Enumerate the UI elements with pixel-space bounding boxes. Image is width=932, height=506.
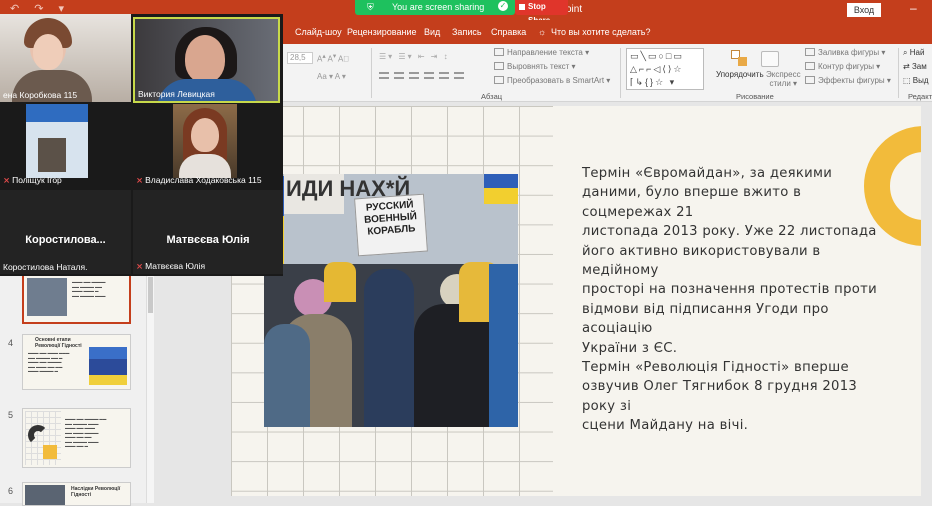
paint-bucket-icon <box>805 48 815 56</box>
slide-text-line: асоціацію <box>582 321 653 337</box>
thumbnail-number: 4 <box>8 338 14 348</box>
smartart-icon <box>494 76 504 84</box>
select-button[interactable]: ⬚ Выд <box>903 76 929 85</box>
paragraph-group-label: Абзац <box>481 92 503 101</box>
video-gallery: ена Коробкова 115 Виктория Левицкая ⨯ Пол… <box>0 14 283 276</box>
participant-tile[interactable]: ⨯ Владислава Ходаковська 115 <box>133 104 283 188</box>
pen-icon <box>805 62 815 70</box>
slide-text-line: даними, було вперше вжито в <box>582 185 802 201</box>
convert-smartart-button[interactable]: Преобразовать в SmartArt ▾ <box>494 76 610 85</box>
participant-name: ⨯ Матвєєва Юлія <box>136 261 206 271</box>
muted-mic-icon: ⨯ <box>136 175 144 185</box>
slide-text-line: медійному <box>582 263 659 279</box>
shapes-gallery[interactable]: ▭╲▭○□▭ △⌐⌐◁⟨⟩☆ ⌈↳{}☆ ▾ <box>626 48 704 90</box>
tab-view[interactable]: Вид <box>424 27 440 37</box>
slide-text-line: соцмережах 21 <box>582 204 694 220</box>
text-direction-icon <box>494 48 504 56</box>
participant-tile-active-speaker[interactable]: Виктория Левицкая <box>133 17 280 103</box>
minimize-icon[interactable]: – <box>910 1 917 15</box>
participant-display-name: Матвєєва Юлія <box>166 234 250 246</box>
shield-icon: ⛨ <box>367 2 374 12</box>
slide-text-line: року зі <box>582 398 632 414</box>
muted-mic-icon: ⨯ <box>3 175 11 185</box>
muted-mic-icon: ⨯ <box>136 261 144 271</box>
char-spacing-icons[interactable]: Aa ▾ A ▾ <box>317 72 346 81</box>
shape-fill-button[interactable]: Заливка фигуры ▾ <box>805 48 885 57</box>
participant-name: Виктория Левицкая <box>138 89 215 99</box>
ribbon: 28,5 A▴ A▾ A⃠ Aa ▾ A ▾ ☰▾ ☰▾ ⇤ ⇥ ↕ Напра… <box>283 44 932 102</box>
tab-slideshow[interactable]: Слайд-шоу <box>295 27 342 37</box>
font-size-box[interactable]: 28,5 <box>287 52 313 64</box>
participant-tile[interactable]: Матвєєва Юлія ⨯ Матвєєва Юлія <box>133 190 283 274</box>
scrollbar-thumb[interactable] <box>148 277 153 313</box>
participant-tile[interactable]: ена Коробкова 115 <box>0 14 131 102</box>
thumbnail-slide-6[interactable]: Наслідки Революції Гідності <box>22 482 131 506</box>
slide-text-line: просторі на позначення протестів проти <box>582 282 877 298</box>
slide-text-line: листопада 2013 року. Уже 22 листопада <box>582 224 877 240</box>
quick-styles-icon <box>761 51 779 67</box>
thumbnail-slide-3[interactable]: ▬▬▬ ▬▬ ▬▬▬▬ ▬▬ ▬▬▬▬ ▬▬ ▬▬▬ ▬▬▬ ▬ ▬▬ ▬▬▬▬ ▬▬… <box>22 272 131 324</box>
search-icon: ⌕ <box>903 48 908 57</box>
alignment-icons[interactable] <box>379 70 489 92</box>
stop-share-button[interactable]: Stop Share <box>515 0 568 25</box>
participant-display-name: Коростилова... <box>25 234 106 246</box>
list-icons[interactable]: ☰▾ ☰▾ ⇤ ⇥ ↕ <box>379 52 450 61</box>
tab-review[interactable]: Рецензирование <box>347 27 417 37</box>
slide-text-line: Термін «Євромайдан», за деякими <box>582 166 833 181</box>
quick-styles-button[interactable]: Экспресс стили ▾ <box>766 70 801 88</box>
sharing-status: You are screen sharing <box>392 2 485 12</box>
text-direction-button[interactable]: Направление текста ▾ <box>494 48 589 57</box>
slide-text-line: відмови від підписання Угоди про <box>582 301 829 317</box>
align-text-button[interactable]: Выровнять текст ▾ <box>494 62 576 71</box>
shield-check-icon: ✓ <box>498 1 508 11</box>
thumbnail-number: 5 <box>8 410 14 420</box>
tell-me-search[interactable]: Что вы хотите сделать? <box>551 27 651 37</box>
font-size-buttons[interactable]: A▴ A▾ A⃠ <box>317 52 349 64</box>
participant-tile[interactable]: Коростилова... Коростилова Наталя. <box>0 190 131 274</box>
slide-text-line: Термін «Революція Гідності» вперше <box>582 360 849 376</box>
participant-name: ена Коробкова 115 <box>3 90 78 100</box>
app-name: oint <box>566 4 583 15</box>
arrange-icon <box>731 50 749 68</box>
slide-text-line: озвучив Олег Тягнибок 8 грудня 2013 <box>582 379 858 395</box>
slide-canvas[interactable]: ИДИ НАХ*Й РУССКИЙ ВОЕННЫЙ КОРАБЛЬ Термін… <box>231 106 921 496</box>
lightbulb-icon: ☼ <box>538 27 547 37</box>
participant-tile[interactable]: ⨯ Поліщук Ігор <box>0 104 131 188</box>
thumbnail-slide-5[interactable]: ▬▬▬ ▬▬ ▬▬▬▬ ▬▬ ▬▬ ▬▬▬▬ ▬▬▬ ▬▬▬ ▬▬ ▬▬▬ ▬▬ ▬▬… <box>22 408 131 468</box>
replace-icon: ⇄ <box>903 62 910 71</box>
replace-button[interactable]: ⇄ Зам <box>903 62 927 71</box>
editing-group-label: Редакти <box>908 92 932 101</box>
drawing-group-label: Рисование <box>736 92 774 101</box>
login-button[interactable]: Вход <box>847 3 881 17</box>
ribbon-tabs: Слайд-шоу Рецензирование Вид Запись Спра… <box>283 20 932 44</box>
shape-outline-button[interactable]: Контур фигуры ▾ <box>805 62 880 71</box>
slide-text-line: сцени Майдану на вічі. <box>582 418 749 434</box>
slide-body-text[interactable]: Термін «Євромайдан», за деякими даними, … <box>582 164 882 436</box>
participant-name: ⨯ Владислава Ходаковська 115 <box>136 175 262 185</box>
tab-help[interactable]: Справка <box>491 27 526 37</box>
tab-record[interactable]: Запись <box>452 27 482 37</box>
slide-text-line: України з ЄС. <box>582 340 678 356</box>
participant-name: ⨯ Поліщук Ігор <box>3 175 62 185</box>
arrange-button[interactable]: Упорядочить <box>716 70 764 79</box>
select-icon: ⬚ <box>903 76 911 85</box>
align-text-icon <box>494 62 504 70</box>
find-button[interactable]: ⌕ Най <box>903 48 924 58</box>
shape-effects-button[interactable]: Эффекты фигуры ▾ <box>805 76 891 85</box>
effects-icon <box>805 76 815 84</box>
slide-text-line: його активно використовували в <box>582 243 821 259</box>
participant-name: Коростилова Наталя. <box>3 262 88 272</box>
protest-photo: ИДИ НАХ*Й РУССКИЙ ВОЕННЫЙ КОРАБЛЬ <box>264 174 518 427</box>
thumbnail-slide-4[interactable]: Основні етапи Революції Гідності ▬▬▬ ▬▬ … <box>22 334 131 390</box>
thumbnail-number: 6 <box>8 486 14 496</box>
screen-sharing-banner: ⛨ You are screen sharing ✓ <box>355 0 515 15</box>
